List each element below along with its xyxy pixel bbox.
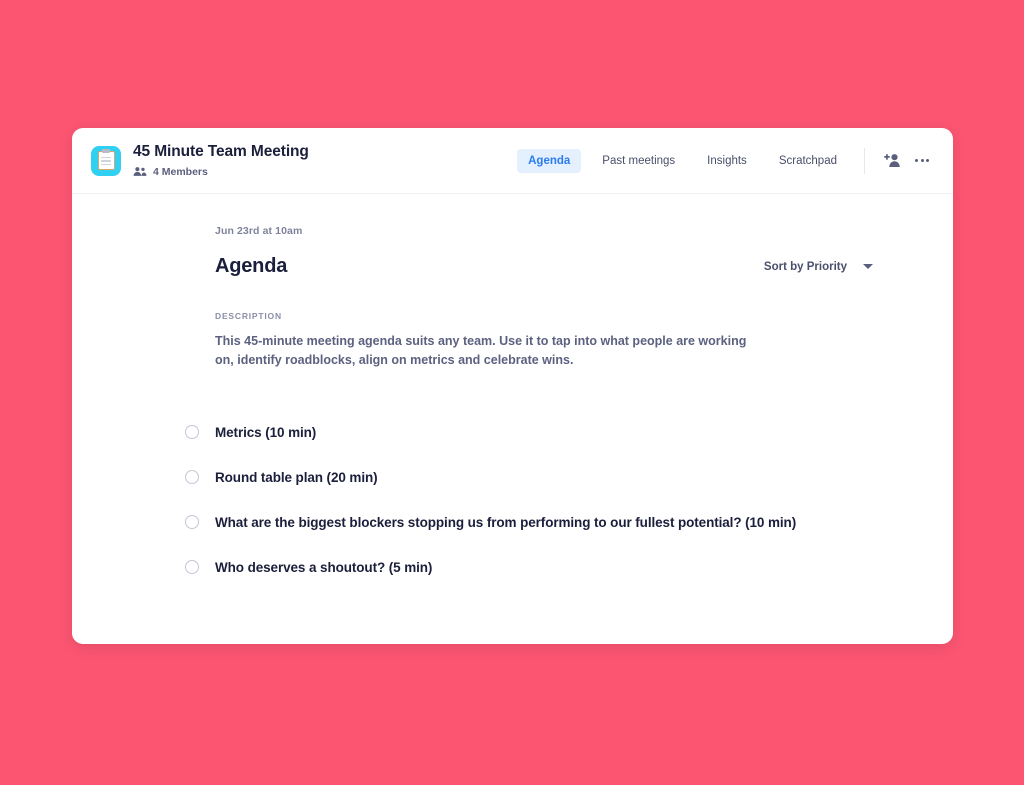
- checkbox-circle-icon[interactable]: [185, 560, 199, 575]
- description-text: This 45-minute meeting agenda suits any …: [215, 334, 747, 368]
- tab-bar: Agenda Past meetings Insights Scratchpad: [517, 147, 953, 174]
- clipboard-glyph: [97, 151, 115, 170]
- sort-dropdown[interactable]: Sort by Priority: [764, 261, 873, 273]
- list-item-label: Who deserves a shoutout? (5 min): [215, 559, 433, 575]
- agenda-header-row: Agenda Sort by Priority: [215, 255, 953, 278]
- more-options-icon: [915, 159, 929, 162]
- tab-agenda[interactable]: Agenda: [517, 148, 582, 173]
- add-person-icon: [883, 154, 900, 167]
- description-label: DESCRIPTION: [215, 311, 282, 321]
- members-count: 4 Members: [153, 165, 208, 178]
- checkbox-circle-icon[interactable]: [185, 470, 199, 485]
- list-item[interactable]: Round table plan (20 min): [185, 455, 953, 500]
- agenda-heading: Agenda: [215, 255, 288, 277]
- list-item-label: What are the biggest blockers stopping u…: [215, 514, 797, 530]
- list-item-label: Metrics (10 min): [215, 424, 317, 440]
- members-row[interactable]: 4 Members: [133, 166, 309, 178]
- people-icon: [133, 167, 147, 177]
- sort-label: Sort by Priority: [763, 260, 847, 273]
- tab-past-meetings[interactable]: Past meetings: [591, 149, 686, 173]
- checkbox-circle-icon[interactable]: [185, 515, 199, 530]
- card-header: 45 Minute Team Meeting 4 Members Agenda …: [72, 128, 953, 194]
- tab-insights[interactable]: Insights: [696, 149, 758, 173]
- list-item-label: Round table plan (20 min): [215, 469, 378, 485]
- list-item[interactable]: What are the biggest blockers stopping u…: [185, 500, 953, 545]
- more-options-button[interactable]: [909, 148, 935, 174]
- card-body: Jun 23rd at 10am Agenda Sort by Priority…: [72, 194, 953, 590]
- meeting-card: 45 Minute Team Meeting 4 Members Agenda …: [72, 128, 953, 644]
- list-item[interactable]: Who deserves a shoutout? (5 min): [185, 545, 953, 590]
- list-item[interactable]: Metrics (10 min): [185, 410, 953, 455]
- page-title: 45 Minute Team Meeting: [133, 143, 309, 161]
- meeting-date: Jun 23rd at 10am: [215, 225, 303, 237]
- agenda-item-list: Metrics (10 min) Round table plan (20 mi…: [185, 410, 953, 590]
- tab-scratchpad[interactable]: Scratchpad: [768, 149, 848, 173]
- header-divider: [864, 147, 865, 174]
- add-person-button[interactable]: [879, 148, 905, 174]
- clipboard-icon: [91, 145, 121, 176]
- title-block: 45 Minute Team Meeting 4 Members: [133, 143, 309, 178]
- checkbox-circle-icon[interactable]: [185, 425, 199, 440]
- chevron-down-icon: [863, 264, 873, 269]
- clipboard-lines: [101, 157, 111, 167]
